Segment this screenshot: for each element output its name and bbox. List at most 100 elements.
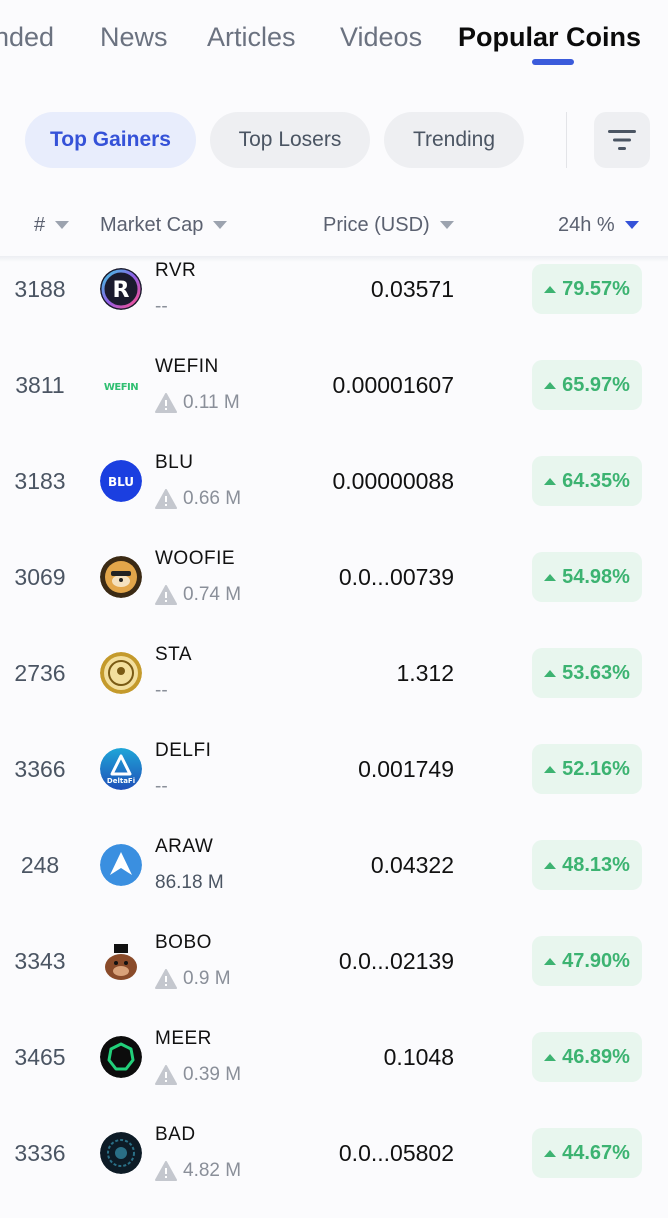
coin-row[interactable]: 3343 BOBO 0.9 M 0.0...02139 47.90% bbox=[0, 930, 668, 1026]
chip-scroll-fade bbox=[522, 112, 542, 168]
bad-logo bbox=[100, 1132, 142, 1174]
sort-caret-icon bbox=[55, 221, 70, 229]
rank: 2736 bbox=[14, 660, 66, 686]
coin-row[interactable]: 3366 DeltaFi DELFI -- 0.001749 52.16% bbox=[0, 738, 668, 834]
deltafi-logo-text: DeltaFi bbox=[107, 777, 135, 785]
rank: 3336 bbox=[14, 1140, 66, 1166]
rank: 3811 bbox=[15, 372, 65, 398]
up-arrow-icon bbox=[544, 861, 557, 869]
sort-caret-icon bbox=[213, 221, 228, 229]
market-cap: 0.74 M bbox=[155, 584, 241, 606]
coin-symbol: BAD bbox=[155, 1124, 196, 1145]
rank: 3183 bbox=[14, 468, 66, 494]
warning-icon bbox=[155, 585, 177, 605]
coin-symbol: WOOFIE bbox=[155, 548, 236, 569]
change-badge: 79.57% bbox=[532, 264, 642, 314]
change-badge: 46.89% bbox=[532, 1032, 642, 1082]
coin-row[interactable]: 3188 R RVR -- 0.03571 79.57% bbox=[0, 258, 668, 354]
rank: 3343 bbox=[14, 948, 66, 974]
coin-symbol: ARAW bbox=[155, 836, 214, 857]
deltafi-logo: DeltaFi bbox=[100, 748, 142, 790]
coin-symbol: MEER bbox=[155, 1028, 212, 1049]
price: 0.1048 bbox=[383, 1044, 454, 1070]
up-arrow-icon bbox=[544, 765, 557, 773]
wefin-logo: WEFIN bbox=[100, 364, 142, 406]
rvr-logo: R bbox=[100, 268, 142, 310]
change-badge: 48.13% bbox=[532, 840, 642, 890]
meer-logo bbox=[100, 1036, 142, 1078]
up-arrow-icon bbox=[544, 1053, 557, 1061]
up-arrow-icon bbox=[544, 285, 557, 293]
coin-symbol: WEFIN bbox=[155, 356, 219, 377]
header-market-cap[interactable]: Market Cap bbox=[100, 210, 228, 240]
rvr-logo-text: R bbox=[113, 278, 130, 303]
tab-articles[interactable]: Articles bbox=[207, 22, 296, 53]
coin-symbol: STA bbox=[155, 644, 193, 665]
coin-row[interactable]: 3465 MEER 0.39 M 0.1048 46.89% bbox=[0, 1026, 668, 1122]
up-arrow-icon bbox=[544, 573, 557, 581]
araw-logo bbox=[100, 844, 142, 886]
chip-top-gainers[interactable]: Top Gainers bbox=[25, 112, 196, 168]
market-cap: -- bbox=[155, 296, 168, 317]
market-cap: 0.11 M bbox=[155, 392, 240, 414]
rank: 3069 bbox=[14, 564, 66, 590]
filter-chip-bar: Top Gainers Top Losers Trending bbox=[0, 112, 668, 172]
tab-popular-coins[interactable]: Popular Coins bbox=[458, 22, 641, 53]
chip-top-losers[interactable]: Top Losers bbox=[210, 112, 370, 168]
wefin-logo-text: WEFIN bbox=[104, 382, 138, 393]
price: 0.0...05802 bbox=[338, 1140, 454, 1166]
chip-trending[interactable]: Trending bbox=[384, 112, 524, 168]
market-cap: 0.66 M bbox=[155, 488, 241, 510]
price: 1.312 bbox=[396, 660, 454, 686]
tab-recommended[interactable]: nded bbox=[0, 22, 54, 53]
sta-logo bbox=[100, 652, 142, 694]
rank: 3465 bbox=[14, 1044, 66, 1070]
coin-row[interactable]: 2736 STA -- 1.312 53.63% bbox=[0, 642, 668, 738]
header-24h-change[interactable]: 24h % bbox=[558, 210, 639, 240]
change-badge: 52.16% bbox=[532, 744, 642, 794]
market-cap: 0.39 M bbox=[155, 1064, 241, 1086]
bobo-logo bbox=[100, 940, 142, 982]
tab-videos[interactable]: Videos bbox=[340, 22, 422, 53]
header-price[interactable]: Price (USD) bbox=[323, 210, 454, 240]
price: 0.001749 bbox=[358, 756, 454, 782]
tab-news[interactable]: News bbox=[100, 22, 168, 53]
coin-row[interactable]: 3336 BAD 4.82 M 0.0...05802 44.67% bbox=[0, 1122, 668, 1218]
market-cap: -- bbox=[155, 680, 168, 701]
rank: 3366 bbox=[14, 756, 66, 782]
price: 0.0...00739 bbox=[338, 564, 454, 590]
up-arrow-icon bbox=[544, 381, 557, 389]
header-rank[interactable]: # bbox=[34, 210, 70, 240]
coin-symbol: DELFI bbox=[155, 740, 212, 761]
rank: 248 bbox=[20, 852, 60, 878]
filter-button[interactable] bbox=[594, 112, 650, 168]
change-badge: 44.67% bbox=[532, 1128, 642, 1178]
change-badge: 54.98% bbox=[532, 552, 642, 602]
change-badge: 47.90% bbox=[532, 936, 642, 986]
sort-caret-active-icon bbox=[624, 221, 639, 229]
change-badge: 64.35% bbox=[532, 456, 642, 506]
change-badge: 65.97% bbox=[532, 360, 642, 410]
woofie-logo bbox=[100, 556, 142, 598]
coin-row[interactable]: 248 ARAW 86.18 M 0.04322 48.13% bbox=[0, 834, 668, 930]
market-cap: -- bbox=[155, 776, 168, 797]
warning-icon bbox=[155, 489, 177, 509]
rank: 3188 bbox=[14, 276, 66, 302]
up-arrow-icon bbox=[544, 477, 557, 485]
coin-symbol: BOBO bbox=[155, 932, 212, 953]
price: 0.00001607 bbox=[332, 372, 454, 398]
change-badge: 53.63% bbox=[532, 648, 642, 698]
filter-icon bbox=[608, 130, 636, 150]
chip-divider bbox=[566, 112, 567, 168]
market-cap: 4.82 M bbox=[155, 1160, 241, 1182]
coin-row[interactable]: 3069 WOOFIE 0.74 M 0.0...00739 54.98% bbox=[0, 546, 668, 642]
top-tab-bar: nded News Articles Videos Popular Coins bbox=[0, 0, 668, 80]
price: 0.04322 bbox=[370, 852, 454, 878]
up-arrow-icon bbox=[544, 669, 557, 677]
warning-icon bbox=[155, 1161, 177, 1181]
coin-row[interactable]: 3183 BLU BLU 0.66 M 0.00000088 64.35% bbox=[0, 450, 668, 546]
price: 0.0...02139 bbox=[338, 948, 454, 974]
coin-row[interactable]: 3811 WEFIN WEFIN 0.11 M 0.00001607 65.97… bbox=[0, 354, 668, 450]
warning-icon bbox=[155, 1065, 177, 1085]
price: 0.00000088 bbox=[332, 468, 454, 494]
